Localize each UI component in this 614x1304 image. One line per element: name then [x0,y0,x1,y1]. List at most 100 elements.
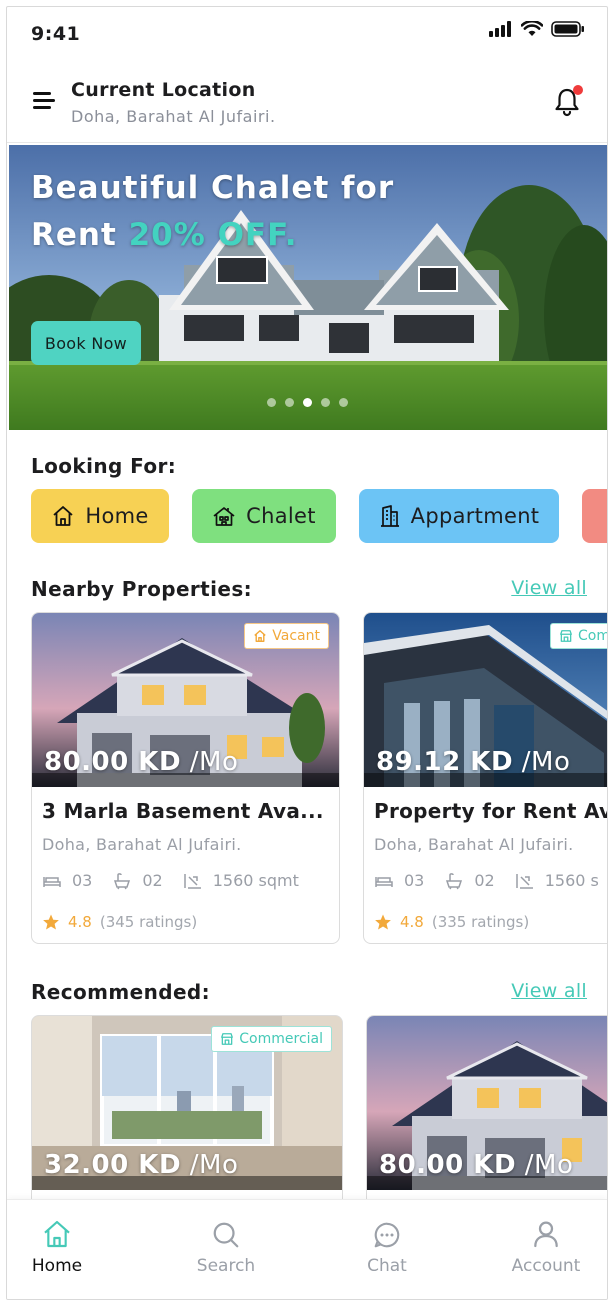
ratings-count: (345 ratings) [99,913,198,931]
area-icon [183,873,201,889]
nav-account[interactable]: Account [501,1218,591,1276]
bottom-navigation: Home Search Chat Account [7,1199,607,1299]
category-label: Home [85,504,149,528]
bed-icon [375,876,393,887]
carousel-dot-active[interactable] [303,398,312,407]
nav-home[interactable]: Home [12,1218,102,1276]
search-icon [213,1222,239,1248]
property-card[interactable]: Vacant 80.00 KD /Mo 3 Marla Basement Ava… [31,612,340,944]
property-specs: 03 02 1560 s [374,871,599,890]
banner-discount: 20% OFF. [128,217,298,253]
rating-value: 4.8 [400,913,424,931]
property-price: 80.00 KD /Mo [44,747,238,777]
area-value: 1560 s [544,871,599,890]
category-home[interactable]: Home [31,489,169,543]
price-value: 32.00 KD [44,1150,182,1180]
category-more[interactable] [582,489,607,543]
status-time: 9:41 [31,23,81,45]
price-value: 80.00 KD [379,1150,517,1180]
baths-count: 02 [142,871,163,890]
shop-icon [221,1033,234,1045]
area-icon [515,873,533,889]
badge-label: Vacant [272,628,320,644]
property-price: 32.00 KD /Mo [44,1150,238,1180]
beds-count: 03 [404,871,425,890]
nav-chat[interactable]: Chat [342,1220,432,1276]
rating-value: 4.8 [68,913,92,931]
bath-icon [114,872,131,889]
bath-icon [446,872,463,889]
star-icon [43,914,59,930]
area-value: 1560 sqmt [212,871,299,890]
nav-label: Chat [367,1256,407,1276]
location-value[interactable]: Doha, Barahat Al Jufairi. [71,107,276,126]
menu-icon[interactable] [33,89,59,111]
beds-spec: 03 [42,871,92,890]
category-appartment[interactable]: Appartment [359,489,559,543]
status-badge: Vacant [244,623,329,649]
baths-spec: 02 [112,871,163,890]
nearby-view-all-link[interactable]: View all [511,577,587,599]
baths-count: 02 [474,871,495,890]
category-list: Home Chalet Appartment [31,489,607,543]
property-title: 3 Marla Basement Ava... [42,799,324,823]
area-spec: 1560 s [515,871,599,890]
beds-count: 03 [72,871,93,890]
price-value: 89.12 KD [376,747,514,777]
recommended-card[interactable]: Commercial 32.00 KD /Mo [31,1015,343,1215]
book-now-button[interactable]: Book Now [31,321,141,365]
banner-title-prefix: Rent [31,217,129,253]
price-unit: /Mo [516,1150,574,1180]
status-icons [489,21,585,37]
account-icon [534,1221,558,1248]
location-title: Current Location [71,79,256,101]
property-location: Doha, Barahat Al Jufairi. [42,835,242,854]
nav-search[interactable]: Search [181,1220,271,1276]
nav-label: Search [196,1256,256,1276]
area-spec: 1560 sqmt [183,871,299,890]
category-label: Chalet [246,504,316,528]
carousel-dot[interactable] [267,398,276,407]
property-rating: 4.8 (345 ratings) [42,913,197,931]
property-location: Doha, Barahat Al Jufairi. [374,835,574,854]
price-unit: /Mo [513,747,571,777]
phone-frame: 9:41 Current Location Doha, Barahat Al J… [6,6,608,1300]
baths-spec: 02 [444,871,495,890]
battery-icon [551,21,584,37]
bed-icon [43,876,61,887]
recommended-card[interactable]: 80.00 KD /Mo [366,1015,607,1215]
notification-dot [573,85,583,95]
carousel-dots [267,398,348,407]
nearby-title: Nearby Properties: [31,577,253,601]
price-value: 80.00 KD [44,747,182,777]
property-card[interactable]: Com 89.12 KD /Mo Property for Rent Ava D… [363,612,608,944]
banner-title: Beautiful Chalet for Rent 20% OFF. [31,165,394,259]
beds-spec: 03 [374,871,424,890]
chalet-icon [213,507,235,526]
property-specs: 03 02 1560 sqmt [42,871,299,890]
badge-label: Commercial [239,1031,323,1047]
property-price: 80.00 KD /Mo [379,1150,573,1180]
property-rating: 4.8 (335 ratings) [374,913,529,931]
banner-title-line2: Rent 20% OFF. [31,212,394,259]
ratings-count: (335 ratings) [431,913,530,931]
status-badge: Com [550,623,608,649]
promo-banner[interactable]: Beautiful Chalet for Rent 20% OFF. Book … [9,145,607,430]
category-label: Appartment [410,504,540,528]
badge-label: Com [578,628,608,644]
category-chalet[interactable]: Chalet [192,489,336,543]
home-icon [254,630,266,642]
nav-label: Account [511,1256,581,1276]
carousel-dot[interactable] [321,398,330,407]
recommended-view-all-link[interactable]: View all [511,980,587,1002]
carousel-dot[interactable] [285,398,294,407]
nav-label: Home [31,1256,83,1276]
signal-icon [489,21,511,37]
wifi-icon [521,21,543,36]
notifications-button[interactable] [553,85,583,117]
carousel-dot[interactable] [339,398,348,407]
status-bar: 9:41 [7,7,607,57]
home-icon [44,1220,70,1248]
star-icon [375,914,391,930]
price-unit: /Mo [181,747,239,777]
